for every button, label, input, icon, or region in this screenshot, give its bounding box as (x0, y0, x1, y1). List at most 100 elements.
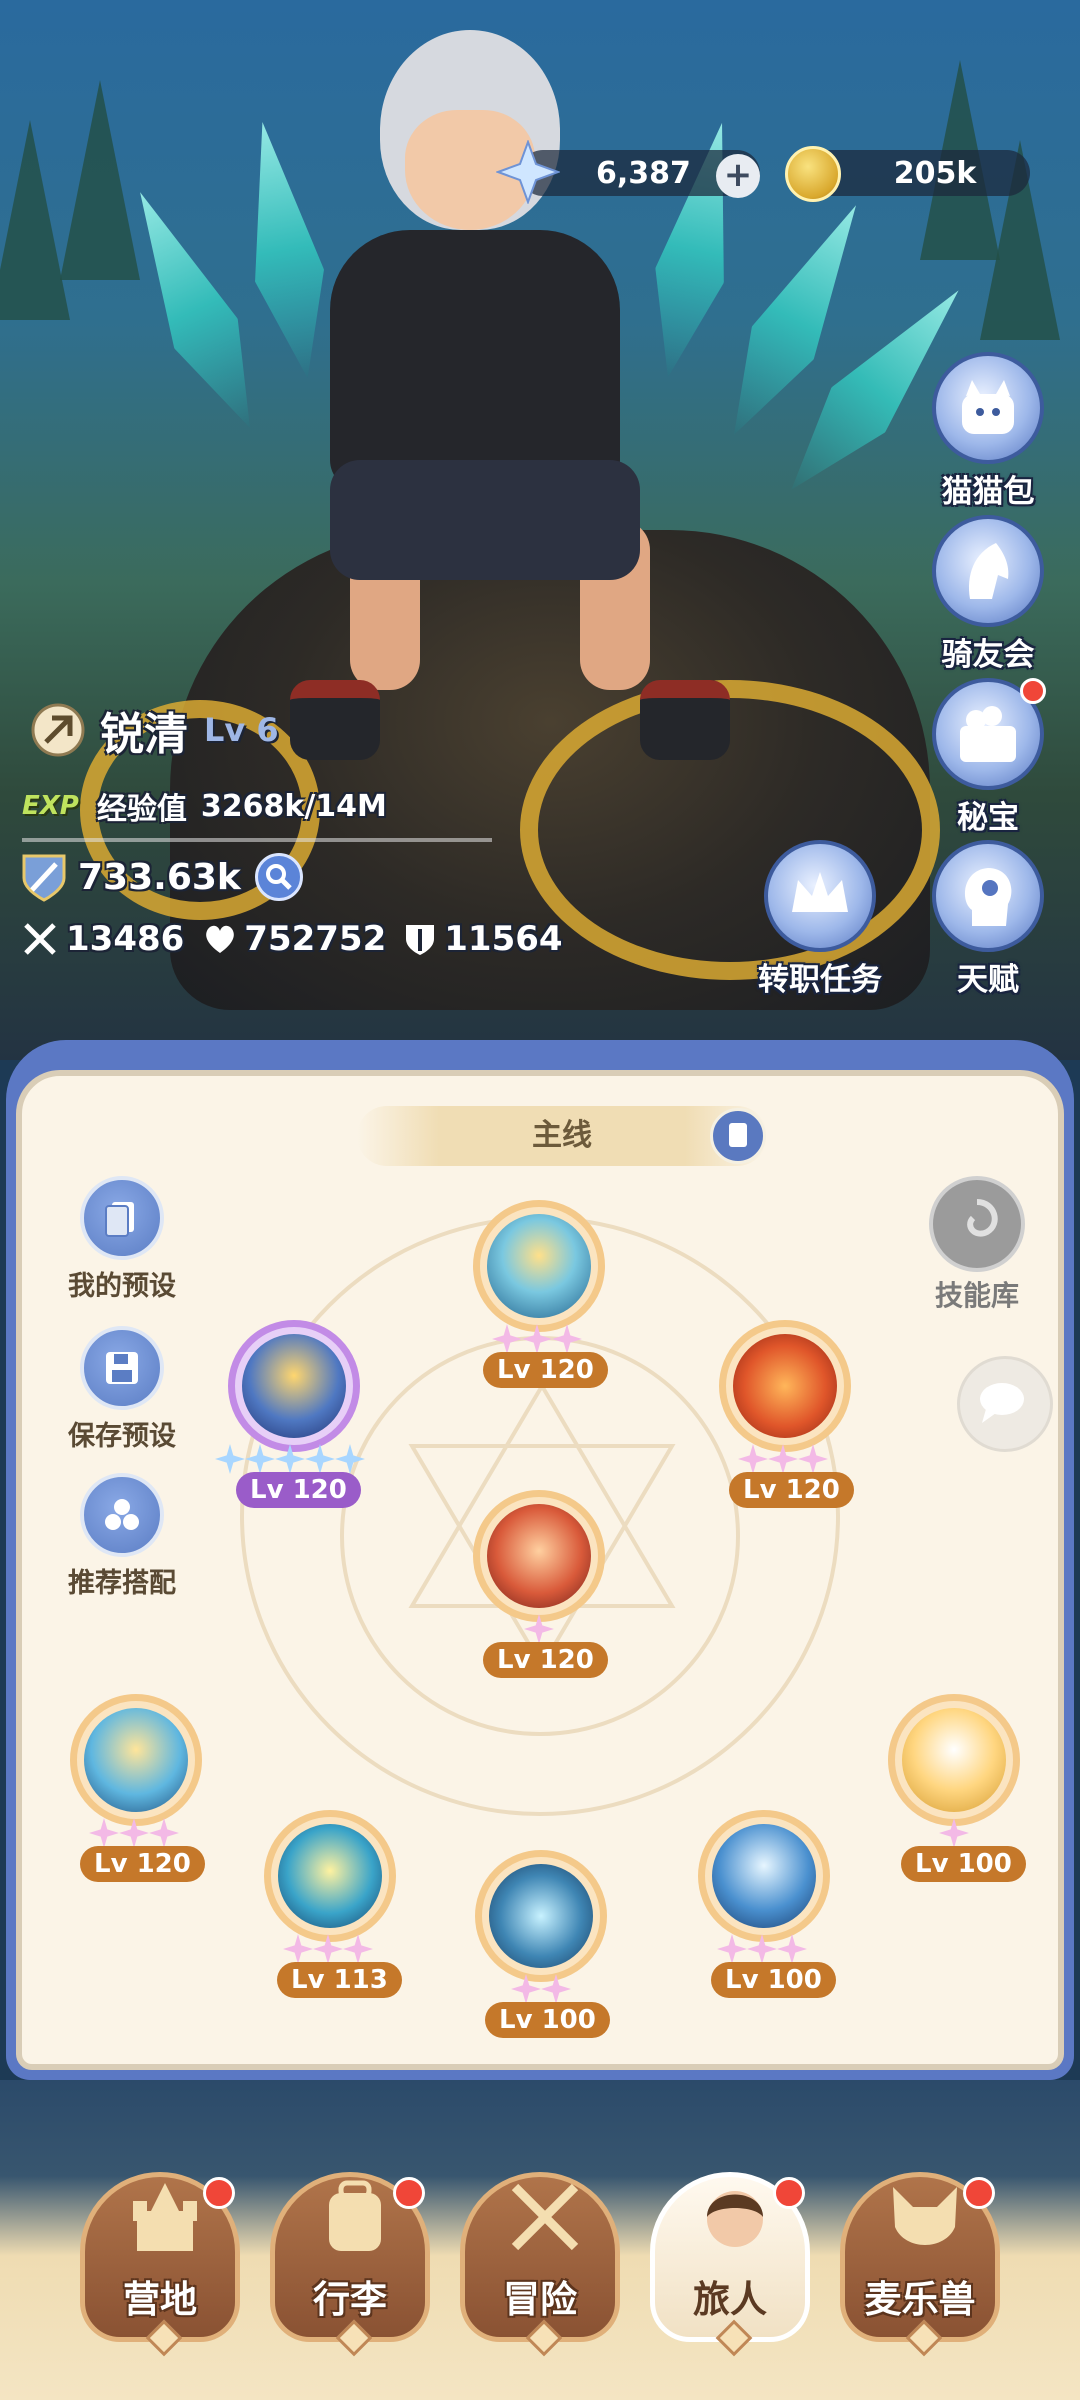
tab-info-button[interactable] (710, 1108, 766, 1164)
skill-slot-bottom-3[interactable] (475, 1850, 607, 1982)
nav-tab-traveler[interactable]: 旅人 (650, 2172, 810, 2357)
crossed-swords-icon (511, 2183, 579, 2251)
character-shorts (330, 460, 640, 580)
exp-row: EXP 经验值 3268k/14M (22, 786, 387, 828)
nav-gem (335, 2319, 373, 2357)
skill-stars (283, 1934, 373, 1964)
job-quest-button[interactable]: 转职任务 (755, 840, 885, 999)
recommended-build-button[interactable]: 推荐搭配 (52, 1473, 192, 1600)
save-disk-icon (106, 1352, 138, 1384)
coin-amount: 205k (893, 155, 977, 191)
traveler-avatar-icon (707, 2191, 763, 2247)
skill-level-badge: Lv 100 (901, 1846, 1026, 1882)
swirl-icon (967, 1199, 998, 1237)
skill-level-badge: Lv 120 (236, 1472, 361, 1508)
skill-stars (939, 1818, 969, 1848)
character-boot (640, 680, 730, 760)
skill-stars (717, 1934, 807, 1964)
tool-label: 保存预设 (68, 1421, 176, 1452)
class-emblem-icon (31, 703, 85, 757)
defense-value: 11564 (444, 919, 563, 959)
player-level: Lv 6 (204, 711, 279, 749)
skill-level-badge: Lv 120 (80, 1846, 205, 1882)
tool-label: 推荐搭配 (68, 1568, 176, 1599)
nav-gem (905, 2319, 943, 2357)
add-crystal-button[interactable]: + (716, 154, 760, 198)
power-detail-button[interactable] (254, 853, 303, 901)
side-button-rider-club[interactable]: 骑友会 (928, 515, 1048, 674)
tool-label: 我的预设 (68, 1271, 176, 1302)
cards-icon (105, 1202, 134, 1237)
skill-slot-bottom-4[interactable] (698, 1810, 830, 1942)
panel-body: 主线 我的预设 保存预设 推荐搭配 技能库 Lv 120 Lv 120 Lv 1… (16, 1070, 1064, 2070)
nav-tab-luggage[interactable]: 行李 (270, 2172, 430, 2357)
player-name-row: 锐清 Lv 6 (30, 700, 279, 760)
skill-slot-upper-right[interactable] (719, 1320, 851, 1452)
nav-label: 营地 (123, 2278, 197, 2321)
crystal-star-icon (496, 140, 560, 204)
tab-mainline[interactable]: 主线 (357, 1106, 767, 1166)
crown-icon (792, 872, 848, 912)
skill-slot-bottom-5[interactable] (888, 1694, 1020, 1826)
skill-level-badge: Lv 120 (729, 1472, 854, 1508)
castle-icon (133, 2183, 197, 2251)
skill-panel: 主线 我的预设 保存预设 推荐搭配 技能库 Lv 120 Lv 120 Lv 1… (0, 1040, 1080, 2090)
stats-row: 13486 752752 11564 (22, 916, 563, 962)
fox-pet-icon (893, 2187, 957, 2245)
nav-gem (715, 2319, 753, 2357)
side-button-treasure[interactable]: 秘宝 (928, 678, 1048, 837)
skill-library-button[interactable]: 技能库 (902, 1176, 1052, 1314)
skill-slot-bottom-1[interactable] (70, 1694, 202, 1826)
skill-slot-upper-left[interactable] (228, 1320, 360, 1452)
nav-gem (525, 2319, 563, 2357)
backpack-icon (329, 2180, 381, 2251)
save-preset-button[interactable]: 保存预设 (52, 1326, 192, 1453)
skill-stars (492, 1324, 582, 1354)
side-button-talent[interactable]: 天赋 (928, 840, 1048, 999)
exp-value: 3268k/14M (200, 788, 387, 824)
recommend-icon (105, 1499, 139, 1530)
nav-label: 麦乐兽 (864, 2278, 976, 2321)
skill-stars (215, 1444, 365, 1474)
hp-value: 752752 (244, 919, 387, 959)
skill-stars (89, 1818, 179, 1848)
my-preset-button[interactable]: 我的预设 (52, 1176, 192, 1303)
coin-icon (785, 146, 841, 202)
skill-level-badge: Lv 113 (277, 1962, 402, 1998)
crystal-amount: 6,387 (596, 155, 691, 191)
nav-tab-camp[interactable]: 营地 (80, 2172, 240, 2357)
skill-level-badge: Lv 120 (483, 1642, 608, 1678)
skill-level-badge: Lv 100 (485, 2002, 610, 2038)
notification-dot (203, 2177, 235, 2209)
shield-icon (406, 925, 435, 955)
skill-slot-top[interactable] (473, 1200, 605, 1332)
side-button-cat-bag[interactable]: 猫猫包 (928, 352, 1048, 511)
heart-icon (206, 925, 235, 953)
crossed-swords-icon (24, 923, 56, 955)
treasure-chest-icon (960, 706, 1016, 762)
notification-dot (773, 2177, 805, 2209)
notification-dot (393, 2177, 425, 2209)
skill-slot-bottom-2[interactable] (264, 1810, 396, 1942)
nav-tab-pets[interactable]: 麦乐兽 (840, 2172, 1000, 2357)
notification-dot (1020, 678, 1046, 704)
horse-icon (969, 543, 1009, 599)
chat-button[interactable] (957, 1356, 1053, 1452)
side-button-label: 秘宝 (957, 800, 1019, 836)
character-body (330, 230, 620, 490)
nav-tab-adventure[interactable]: 冒险 (460, 2172, 620, 2357)
exp-label: 经验值 (96, 792, 187, 827)
brain-head-icon (964, 868, 1012, 926)
skill-slot-center[interactable] (473, 1490, 605, 1622)
magnifier-icon (265, 864, 292, 890)
bottom-navigation: 营地 行李 冒险 旅人 麦乐兽 (0, 2080, 1080, 2400)
nav-label: 冒险 (503, 2278, 577, 2321)
tab-mainline-label: 主线 (532, 1118, 592, 1153)
nav-gem (145, 2319, 183, 2357)
attack-value: 13486 (66, 919, 185, 959)
shield-sword-icon (22, 854, 66, 902)
power-row: 733.63k (20, 852, 303, 902)
exp-tag: EXP (22, 791, 79, 821)
side-button-label: 猫猫包 (941, 474, 1035, 510)
cat-bag-icon (962, 380, 1014, 434)
